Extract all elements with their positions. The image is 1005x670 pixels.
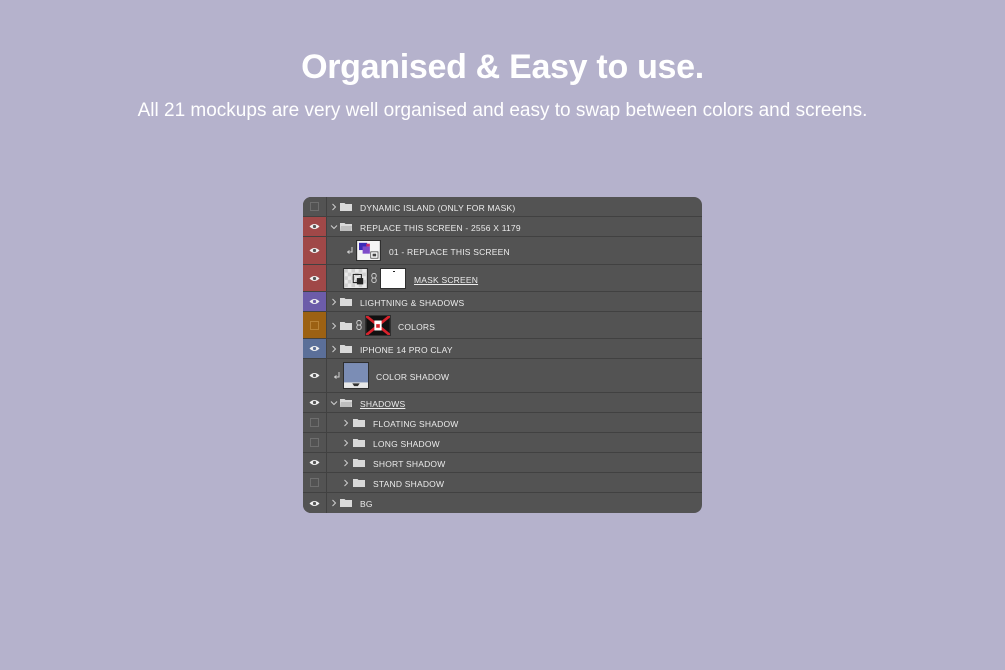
visibility-toggle[interactable] <box>303 433 327 452</box>
folder-icon <box>340 499 352 507</box>
eye-icon <box>309 346 320 351</box>
layer-label: COLORS <box>398 322 436 332</box>
chevron-right-icon[interactable] <box>342 419 350 427</box>
layer-row-iphone-clay[interactable]: IPHONE 14 PRO CLAY <box>303 339 702 359</box>
layer-thumbnail <box>343 268 368 289</box>
layer-label: LIGHTNING & SHADOWS <box>360 298 465 308</box>
eye-icon <box>309 299 320 304</box>
smart-object-thumbnail <box>356 240 381 261</box>
layer-row-replace-group[interactable]: REPLACE THIS SCREEN - 2556 X 1179 <box>303 217 702 237</box>
eye-icon <box>309 400 320 405</box>
folder-icon <box>340 345 352 353</box>
layer-row-color-shadow[interactable]: COLOR SHADOW <box>303 359 702 393</box>
layer-label: COLOR SHADOW <box>376 372 450 382</box>
layer-row-lightning-shadows[interactable]: LIGHTNING & SHADOWS <box>303 292 702 312</box>
hidden-box-icon <box>310 320 319 330</box>
layer-label: FLOATING SHADOW <box>373 419 459 429</box>
layer-row-replace-screen[interactable]: 01 - REPLACE THIS SCREEN <box>303 237 702 265</box>
chevron-right-icon[interactable] <box>342 479 350 487</box>
folder-icon <box>353 479 365 487</box>
chevron-down-icon[interactable] <box>330 399 338 407</box>
layer-row-dynamic-island[interactable]: DYNAMIC ISLAND (ONLY FOR MASK) <box>303 197 702 217</box>
layer-row-colors[interactable]: COLORS <box>303 312 702 339</box>
layer-label: MASK SCREEN <box>414 275 479 285</box>
layer-row-short-shadow[interactable]: SHORT SHADOW <box>303 453 702 473</box>
chain-link-icon[interactable] <box>356 320 362 330</box>
layer-row-floating-shadow[interactable]: FLOATING SHADOW <box>303 413 702 433</box>
hidden-box-icon <box>310 202 319 211</box>
hidden-box-icon <box>310 438 319 447</box>
clipping-arrow-icon <box>347 247 353 254</box>
visibility-toggle[interactable] <box>303 265 327 291</box>
folder-icon <box>353 419 365 427</box>
folder-open-icon <box>340 223 352 231</box>
folder-icon <box>353 439 365 447</box>
visibility-toggle[interactable] <box>303 413 327 432</box>
visibility-toggle[interactable] <box>303 197 327 216</box>
mask-thumbnail[interactable] <box>380 268 406 289</box>
layer-label: REPLACE THIS SCREEN - 2556 X 1179 <box>360 223 521 233</box>
layer-label: 01 - REPLACE THIS SCREEN <box>389 247 510 257</box>
layer-label: SHORT SHADOW <box>373 459 446 469</box>
hidden-box-icon <box>310 418 319 427</box>
folder-icon <box>340 203 352 211</box>
chevron-right-icon[interactable] <box>342 459 350 467</box>
eye-icon <box>309 373 320 378</box>
chevron-right-icon[interactable] <box>342 439 350 447</box>
layer-row-bg[interactable]: BG <box>303 493 702 513</box>
chevron-right-icon[interactable] <box>330 345 338 353</box>
chevron-right-icon[interactable] <box>330 322 338 330</box>
page-title: Organised & Easy to use. <box>301 48 704 86</box>
clipping-arrow-icon <box>334 372 340 379</box>
visibility-toggle[interactable] <box>303 393 327 412</box>
layer-label: SHADOWS <box>360 399 406 409</box>
visibility-toggle[interactable] <box>303 493 327 513</box>
chevron-right-icon[interactable] <box>330 298 338 306</box>
page-subtitle: All 21 mockups are very well organised a… <box>137 100 868 121</box>
layer-row-stand-shadow[interactable]: STAND SHADOW <box>303 473 702 493</box>
hidden-box-icon <box>310 478 319 487</box>
layer-label: IPHONE 14 PRO CLAY <box>360 345 453 355</box>
chevron-right-icon[interactable] <box>330 203 338 211</box>
layer-label: LONG SHADOW <box>373 439 440 449</box>
folder-icon <box>340 298 352 306</box>
folder-open-icon <box>340 399 352 407</box>
visibility-toggle[interactable] <box>303 473 327 492</box>
layer-label: BG <box>360 499 373 509</box>
layer-row-long-shadow[interactable]: LONG SHADOW <box>303 433 702 453</box>
folder-icon <box>353 459 365 467</box>
eye-icon <box>309 248 320 253</box>
visibility-toggle[interactable] <box>303 237 327 264</box>
visibility-toggle[interactable] <box>303 453 327 472</box>
layer-label: DYNAMIC ISLAND (ONLY FOR MASK) <box>360 203 516 213</box>
visibility-toggle[interactable] <box>303 217 327 236</box>
eye-icon <box>309 275 320 281</box>
folder-icon <box>340 322 352 330</box>
eye-icon <box>309 500 320 506</box>
visibility-toggle[interactable] <box>303 339 327 358</box>
eye-icon <box>309 460 320 465</box>
layer-row-shadows-group[interactable]: SHADOWS <box>303 393 702 413</box>
visibility-toggle[interactable] <box>303 292 327 311</box>
layer-row-mask-screen[interactable]: MASK SCREEN <box>303 265 702 292</box>
eye-icon <box>309 224 320 229</box>
layer-label: STAND SHADOW <box>373 479 445 489</box>
layers-panel: DYNAMIC ISLAND (ONLY FOR MASK) REPLACE T… <box>303 197 702 513</box>
chain-link-icon[interactable] <box>371 273 377 283</box>
chevron-down-icon[interactable] <box>330 223 338 231</box>
fill-layer-thumbnail <box>343 362 369 389</box>
visibility-toggle[interactable] <box>303 312 327 338</box>
visibility-toggle[interactable] <box>303 359 327 392</box>
chevron-right-icon[interactable] <box>330 499 338 507</box>
group-mask-thumbnail[interactable] <box>365 315 391 336</box>
